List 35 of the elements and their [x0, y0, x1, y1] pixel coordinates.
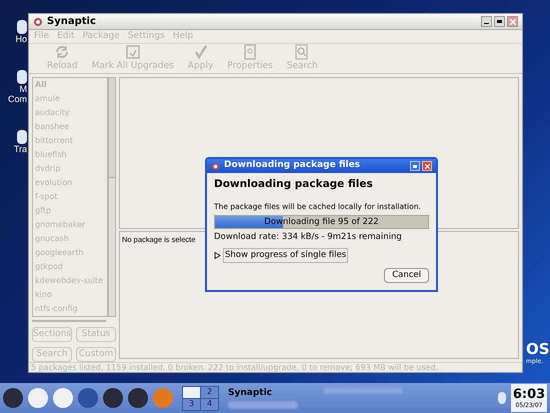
maximize-button[interactable]	[494, 16, 505, 27]
cancel-button[interactable]: Cancel	[384, 268, 429, 283]
progress-label: Downloading file 95 of 222	[263, 216, 380, 228]
desktop-icon[interactable]	[17, 20, 27, 34]
search-icon	[294, 44, 310, 60]
logo-text: OS	[526, 340, 550, 358]
download-rate: Download rate: 334 kB/s - 9m21s remaining	[214, 231, 403, 244]
checkmark-icon	[192, 44, 209, 60]
clock-time: 6:03	[512, 388, 546, 402]
pager-desktop[interactable]: 3	[183, 398, 200, 410]
upgrade-icon	[124, 44, 141, 60]
vertical-scrollbar[interactable]	[108, 77, 116, 317]
desktop-icon[interactable]	[17, 130, 27, 144]
task-button[interactable]: Synaptic	[228, 387, 318, 401]
desktop-icon-label: Ho	[15, 34, 27, 44]
dialog-heading: Downloading package files	[214, 177, 374, 192]
desktop-icon-label: Tra	[14, 144, 27, 154]
desktop-icon-label: M	[20, 84, 27, 94]
horizontal-scrollbar[interactable]	[32, 320, 106, 322]
reload-icon	[54, 44, 70, 60]
expander-toggle[interactable]: Show progress of single files	[223, 248, 348, 262]
expander-arrow-icon[interactable]	[214, 252, 221, 259]
desktop-icon[interactable]	[17, 70, 27, 84]
minimize-button[interactable]	[481, 16, 492, 27]
desktop-icon-label: Com	[8, 94, 27, 104]
properties-icon	[242, 44, 258, 60]
window-title: Synaptic	[47, 15, 96, 29]
app-icon	[211, 162, 220, 170]
pager-desktop[interactable]: 2	[201, 386, 218, 398]
close-icon	[424, 164, 430, 168]
close-icon	[510, 18, 516, 24]
app-icon	[33, 16, 43, 26]
pager-desktop[interactable]: 4	[201, 398, 218, 410]
pager-desktop[interactable]	[183, 386, 200, 398]
dialog-title: Downloading package files	[224, 159, 360, 172]
